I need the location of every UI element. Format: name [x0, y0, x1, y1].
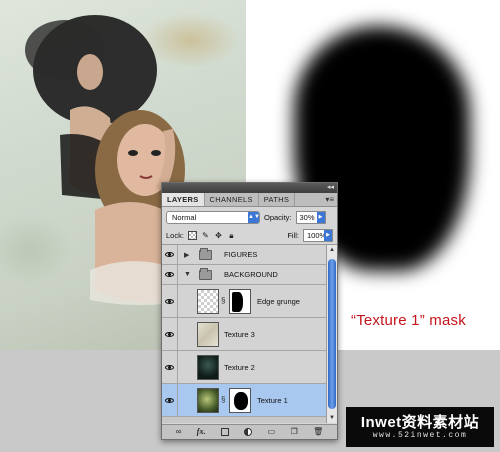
layer-name: BACKGROUND — [224, 270, 278, 279]
lock-brush-icon[interactable]: ✎ — [201, 231, 210, 240]
folder-icon — [199, 268, 212, 280]
layer-thumbnail[interactable] — [197, 322, 219, 347]
layer-row-background[interactable]: ▼ BACKGROUND — [162, 265, 337, 285]
tab-paths[interactable]: PATHS — [259, 193, 296, 206]
new-group-icon[interactable]: ▭ — [268, 426, 276, 438]
layer-name: Edge grunge — [257, 297, 300, 306]
tab-channels[interactable]: CHANNELS — [205, 193, 259, 206]
collapse-icon[interactable]: ◂◂ — [327, 183, 334, 193]
link-icon[interactable]: ∞ — [176, 426, 182, 438]
layer-name: Texture 1 — [257, 396, 288, 405]
blend-mode-value: Normal — [172, 212, 197, 222]
lock-move-icon[interactable]: ✥ — [214, 231, 223, 240]
layer-row-edge-grunge[interactable]: § Edge grunge — [162, 285, 337, 318]
blend-row: Normal ▲▼ Opacity: 30% ▶ — [162, 207, 337, 227]
panel-titlebar[interactable]: ◂◂ — [162, 183, 337, 193]
visibility-eye-icon[interactable] — [162, 265, 178, 284]
visibility-eye-icon[interactable] — [162, 285, 178, 317]
layer-name: FIGURES — [224, 250, 258, 259]
layer-thumbnail[interactable] — [197, 355, 219, 380]
mask-link-icon[interactable]: § — [221, 395, 225, 404]
layers-list: ▶ FIGURES ▼ BACKGROUND § Edge grunge Tex… — [162, 245, 337, 423]
fill-field[interactable]: 100% ▶ — [303, 229, 333, 242]
fill-arrow-icon[interactable]: ▶ — [324, 230, 332, 241]
folder-icon — [199, 248, 212, 260]
panel-bottom-toolbar: ∞ fx. ▭ ❐ 🗑︎ — [162, 424, 337, 439]
scroll-up-icon[interactable]: ▲ — [327, 245, 337, 255]
visibility-eye-icon[interactable] — [162, 245, 178, 264]
visibility-eye-icon[interactable] — [162, 384, 178, 416]
panel-menu-icon[interactable]: ▾≡ — [325, 193, 334, 207]
lock-all-icon[interactable]: 🔒︎ — [227, 231, 236, 240]
layer-row-texture-2[interactable]: Texture 2 — [162, 351, 337, 384]
opacity-label: Opacity: — [264, 212, 292, 222]
tab-layers[interactable]: LAYERS — [162, 193, 205, 206]
watermark-title: Inwet资料素材站 — [360, 414, 480, 431]
scroll-thumb[interactable] — [328, 259, 336, 409]
layer-name: Texture 2 — [224, 363, 255, 372]
scroll-down-icon[interactable]: ▼ — [327, 413, 337, 423]
layer-row-figures[interactable]: ▶ FIGURES — [162, 245, 337, 265]
mask-thumbnail[interactable] — [229, 388, 251, 413]
trash-icon[interactable]: 🗑︎ — [313, 426, 323, 438]
mask-thumbnail[interactable] — [229, 289, 251, 314]
opacity-arrow-icon[interactable]: ▶ — [316, 211, 325, 223]
lock-row: Lock: ✎ ✥ 🔒︎ Fill: 100% ▶ — [162, 227, 337, 245]
layer-name: Texture 3 — [224, 330, 255, 339]
layer-thumbnail[interactable] — [197, 289, 219, 314]
watermark-url: www.52inwet.com — [372, 431, 468, 440]
visibility-eye-icon[interactable] — [162, 351, 178, 383]
mask-link-icon[interactable]: § — [221, 296, 225, 305]
blend-mode-select[interactable]: Normal ▲▼ — [166, 210, 260, 224]
lock-transparency-icon[interactable] — [187, 231, 197, 240]
collapse-arrow-icon[interactable]: ▼ — [184, 271, 191, 278]
layer-thumbnail[interactable] — [197, 388, 219, 413]
fill-label: Fill: — [287, 231, 299, 240]
watermark: Inwet资料素材站 www.52inwet.com — [346, 407, 494, 447]
expand-arrow-icon[interactable]: ▶ — [184, 251, 189, 259]
select-arrow-icon: ▲▼ — [248, 211, 260, 223]
new-layer-icon[interactable]: ❐ — [291, 426, 298, 438]
layers-panel: ◂◂ LAYERS CHANNELS PATHS ▾≡ Normal ▲▼ Op… — [161, 182, 338, 440]
add-mask-icon[interactable] — [220, 428, 229, 436]
visibility-eye-icon[interactable] — [162, 318, 178, 350]
fx-icon[interactable]: fx. — [197, 426, 206, 438]
mask-caption: “Texture 1” mask — [351, 312, 466, 329]
adjustment-layer-icon[interactable] — [244, 428, 253, 436]
lock-label: Lock: — [166, 231, 184, 240]
opacity-field[interactable]: 30% ▶ — [295, 210, 326, 224]
layers-scrollbar[interactable]: ▲ ▼ — [326, 245, 337, 423]
opacity-value: 30% — [299, 212, 315, 222]
panel-tabs: LAYERS CHANNELS PATHS ▾≡ — [162, 193, 337, 207]
layer-row-texture-1[interactable]: § Texture 1 — [162, 384, 337, 417]
layer-row-texture-3[interactable]: Texture 3 — [162, 318, 337, 351]
